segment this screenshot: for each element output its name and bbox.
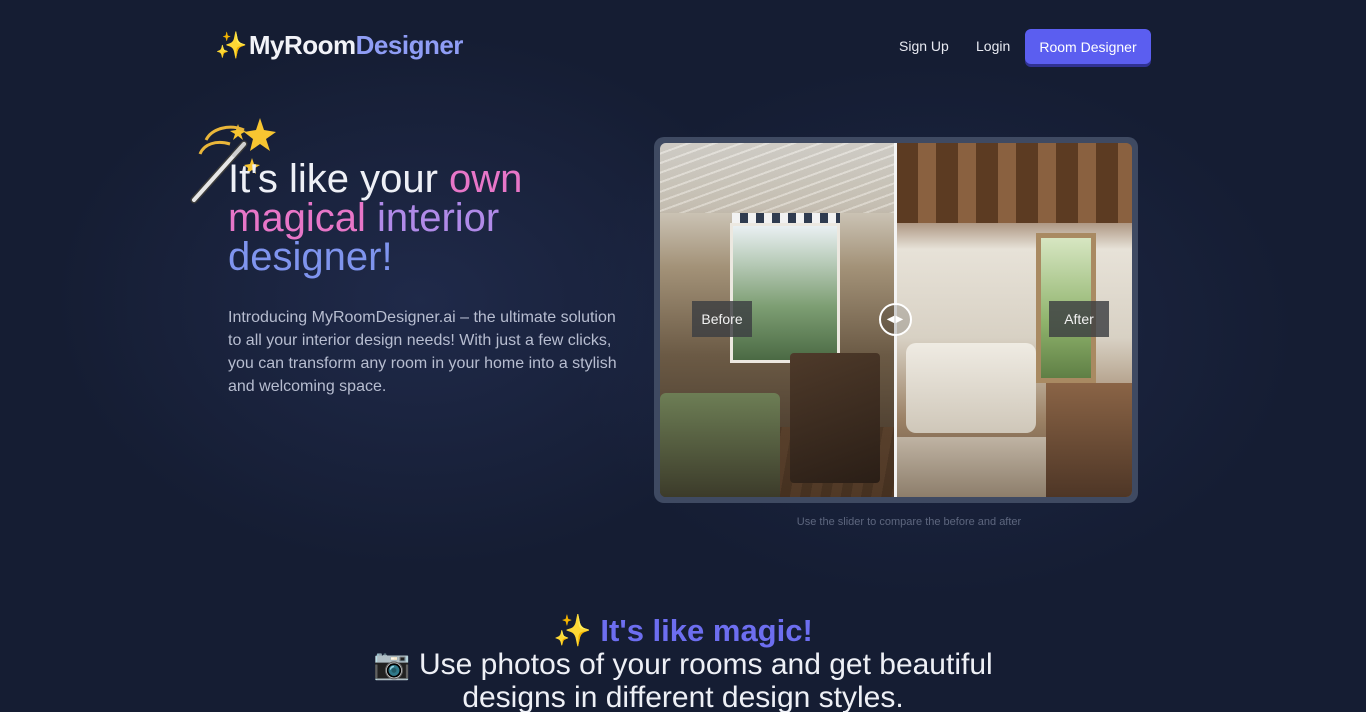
before-after-compare[interactable]: ◀▶ Before After (654, 137, 1138, 503)
login-link[interactable]: Login (976, 38, 1010, 54)
after-sofa (906, 343, 1036, 433)
after-ceiling-beams (896, 143, 1132, 223)
logo-text-myroom: MyRoom (248, 30, 356, 60)
section-subtitle: 📷 Use photos of your rooms and get beaut… (373, 648, 993, 712)
sign-up-link[interactable]: Sign Up (899, 38, 949, 54)
before-label: Before (692, 301, 752, 337)
compare-hint: Use the slider to compare the before and… (796, 516, 1022, 528)
before-sofa (660, 393, 780, 497)
logo-text-designer: Designer (355, 30, 464, 60)
hero-title-part-3: magical (228, 196, 366, 240)
arrows-left-right-icon: ◀▶ (886, 314, 905, 325)
hero-title-part-2: own (449, 157, 523, 201)
hero-title-part-4: interior (376, 196, 500, 240)
logo[interactable]: ✨ MyRoom Designer (215, 30, 463, 61)
sparkles-icon: ✨ (215, 30, 247, 60)
section-title: ✨ It's like magic! (553, 613, 813, 648)
room-designer-button[interactable]: Room Designer (1025, 29, 1151, 64)
hero-title: It's like your own magical interior desi… (228, 157, 588, 279)
before-ceiling (660, 143, 896, 213)
before-window (730, 223, 840, 363)
compare-viewport: ◀▶ Before After (660, 143, 1132, 497)
slider-handle[interactable]: ◀▶ (879, 303, 912, 336)
hero-title-part-1: It's like your (228, 157, 450, 201)
hero-description: Introducing MyRoomDesigner.ai – the ulti… (228, 309, 617, 395)
before-chair (790, 353, 880, 483)
after-table (1046, 383, 1132, 497)
after-label: After (1049, 301, 1109, 337)
hero-title-part-5: designer! (228, 235, 393, 279)
